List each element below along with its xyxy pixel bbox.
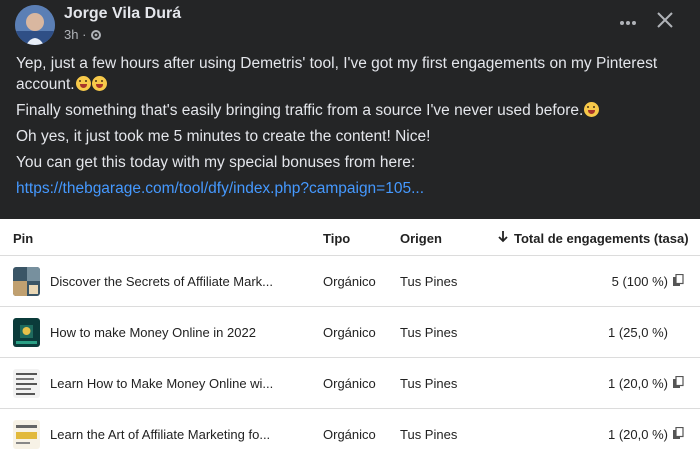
pin-tipo: Orgánico <box>323 376 376 391</box>
pin-title[interactable]: How to make Money Online in 2022 <box>50 325 256 340</box>
pin-tipo: Orgánico <box>323 427 376 442</box>
post-link-paragraph: https://thebgarage.com/tool/dfy/index.ph… <box>16 178 688 199</box>
copy-icon[interactable] <box>672 273 684 287</box>
pin-thumbnail <box>13 420 40 449</box>
more-horizontal-icon <box>619 13 637 31</box>
copy-icon[interactable] <box>672 426 684 440</box>
column-header-engagements[interactable]: Total de engagements (tasa) <box>498 231 689 246</box>
table-row[interactable]: How to make Money Online in 2022 Orgánic… <box>0 306 700 357</box>
post-meta: 3h · <box>64 27 102 42</box>
pin-origen: Tus Pines <box>400 427 458 442</box>
pin-origen: Tus Pines <box>400 325 458 340</box>
post-paragraph: You can get this today with my special b… <box>16 154 416 171</box>
close-button[interactable] <box>649 6 681 38</box>
pin-title[interactable]: Learn the Art of Affiliate Marketing fo.… <box>50 427 270 442</box>
post-paragraph: Oh yes, it just took me 5 minutes to cre… <box>16 128 431 145</box>
pin-engagements: 1 (20,0 %) <box>608 427 668 442</box>
pin-thumbnail <box>13 318 40 347</box>
pin-origen: Tus Pines <box>400 274 458 289</box>
post-time[interactable]: 3h · <box>64 27 86 42</box>
table-row[interactable]: Learn How to Make Money Online wi... Org… <box>0 357 700 408</box>
column-header-tipo[interactable]: Tipo <box>323 231 350 246</box>
author-name[interactable]: Jorge Vila Durá <box>64 5 181 23</box>
pin-title[interactable]: Discover the Secrets of Affiliate Mark..… <box>50 274 273 289</box>
column-header-origen[interactable]: Origen <box>400 231 442 246</box>
pin-origen: Tus Pines <box>400 376 458 391</box>
privacy-gear-icon <box>90 29 102 41</box>
avatar[interactable] <box>15 5 55 45</box>
smiley-tongue-emoji-icon <box>584 102 600 117</box>
pin-tipo: Orgánico <box>323 325 376 340</box>
column-header-pin[interactable]: Pin <box>13 231 33 246</box>
pin-engagements: 1 (25,0 %) <box>608 325 668 340</box>
post-header: Jorge Vila Durá 3h · <box>0 0 700 48</box>
smiley-tongue-emoji-icon <box>75 76 91 91</box>
more-options-button[interactable] <box>612 6 644 38</box>
smiley-tongue-emoji-icon <box>91 76 107 91</box>
post-paragraph: Yep, just a few hours after using Demetr… <box>16 55 658 93</box>
copy-icon[interactable] <box>672 375 684 389</box>
arrow-down-icon <box>498 231 508 246</box>
post-body: Yep, just a few hours after using Demetr… <box>16 53 688 204</box>
table-row[interactable]: Learn the Art of Affiliate Marketing fo.… <box>0 408 700 459</box>
post-paragraph: Finally something that's easily bringing… <box>16 100 688 121</box>
close-icon <box>656 11 674 34</box>
pin-tipo: Orgánico <box>323 274 376 289</box>
pin-engagements: 5 (100 %) <box>611 274 668 289</box>
table-row[interactable]: Discover the Secrets of Affiliate Mark..… <box>0 255 700 306</box>
pin-thumbnail <box>13 369 40 398</box>
pin-engagements: 1 (20,0 %) <box>608 376 668 391</box>
post-link[interactable]: https://thebgarage.com/tool/dfy/index.ph… <box>16 180 424 197</box>
pin-title[interactable]: Learn How to Make Money Online wi... <box>50 376 273 391</box>
pin-thumbnail <box>13 267 40 296</box>
